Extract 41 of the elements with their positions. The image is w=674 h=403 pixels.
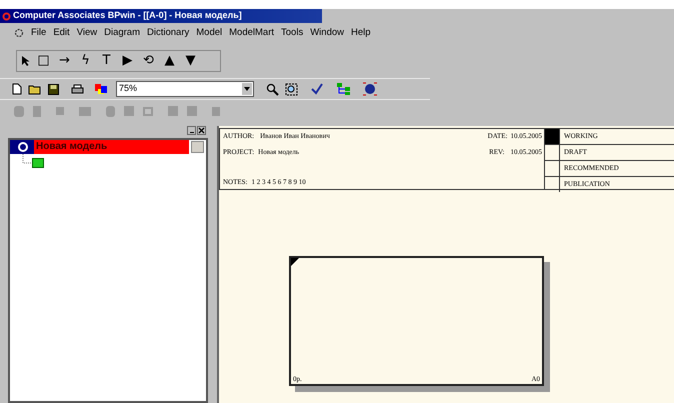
drawing-tool-button[interactable]: □ (35, 54, 52, 68)
drawing-tool-button[interactable]: → (56, 54, 73, 68)
menu-item[interactable]: Window (310, 26, 344, 40)
menu-item[interactable]: File (31, 26, 46, 40)
drawing-tool-button[interactable]: ▲ (161, 54, 178, 68)
menu-item[interactable]: Edit (53, 26, 70, 40)
document-icon[interactable] (14, 28, 24, 38)
menu-item[interactable]: Diagram (104, 26, 140, 40)
zoom-fit-icon[interactable] (285, 82, 298, 96)
close-icon[interactable] (197, 126, 206, 135)
caret-icon (244, 87, 250, 91)
menu-item[interactable]: Model (196, 26, 222, 40)
print-icon[interactable] (71, 84, 84, 94)
tree-item[interactable]: Новая модель (34, 140, 189, 154)
menu-item[interactable]: View (76, 26, 98, 40)
zoom-combo[interactable]: 75% (116, 81, 254, 97)
window-title: Computer Associates BPwin - [[A-0] - Новая модель] (13, 9, 242, 22)
colors-icon[interactable] (94, 83, 108, 95)
menu-item[interactable]: Dictionary (147, 26, 190, 40)
app-icon (2, 12, 11, 20)
drawing-tool-button[interactable]: ϟ (77, 54, 94, 68)
activity-node-icon[interactable] (32, 158, 44, 168)
menu-item[interactable]: Tools (281, 26, 304, 40)
folder-icon[interactable] (28, 84, 42, 94)
corner-mark-icon (291, 258, 299, 266)
menu-item[interactable]: ModelMart (229, 26, 274, 40)
pointer-icon[interactable] (21, 54, 31, 66)
drawing-tool-button[interactable]: ▼ (182, 54, 199, 68)
globe-icon[interactable] (362, 82, 378, 96)
save-icon[interactable] (48, 84, 59, 94)
minimize-button[interactable] (187, 126, 196, 135)
new-document-icon[interactable] (12, 83, 22, 95)
spell-check-icon[interactable] (310, 83, 324, 95)
menu-item[interactable]: Help (351, 26, 371, 40)
dropdown-button[interactable] (241, 82, 253, 96)
tree-icon[interactable] (336, 82, 352, 96)
tree-connector (22, 154, 32, 166)
drawing-tool-button[interactable]: T (98, 54, 115, 68)
zoom-in-icon[interactable] (266, 82, 279, 96)
drawing-tool-button[interactable]: ▶ (119, 54, 136, 68)
drawing-tool-button[interactable]: ⟲ (140, 54, 157, 68)
